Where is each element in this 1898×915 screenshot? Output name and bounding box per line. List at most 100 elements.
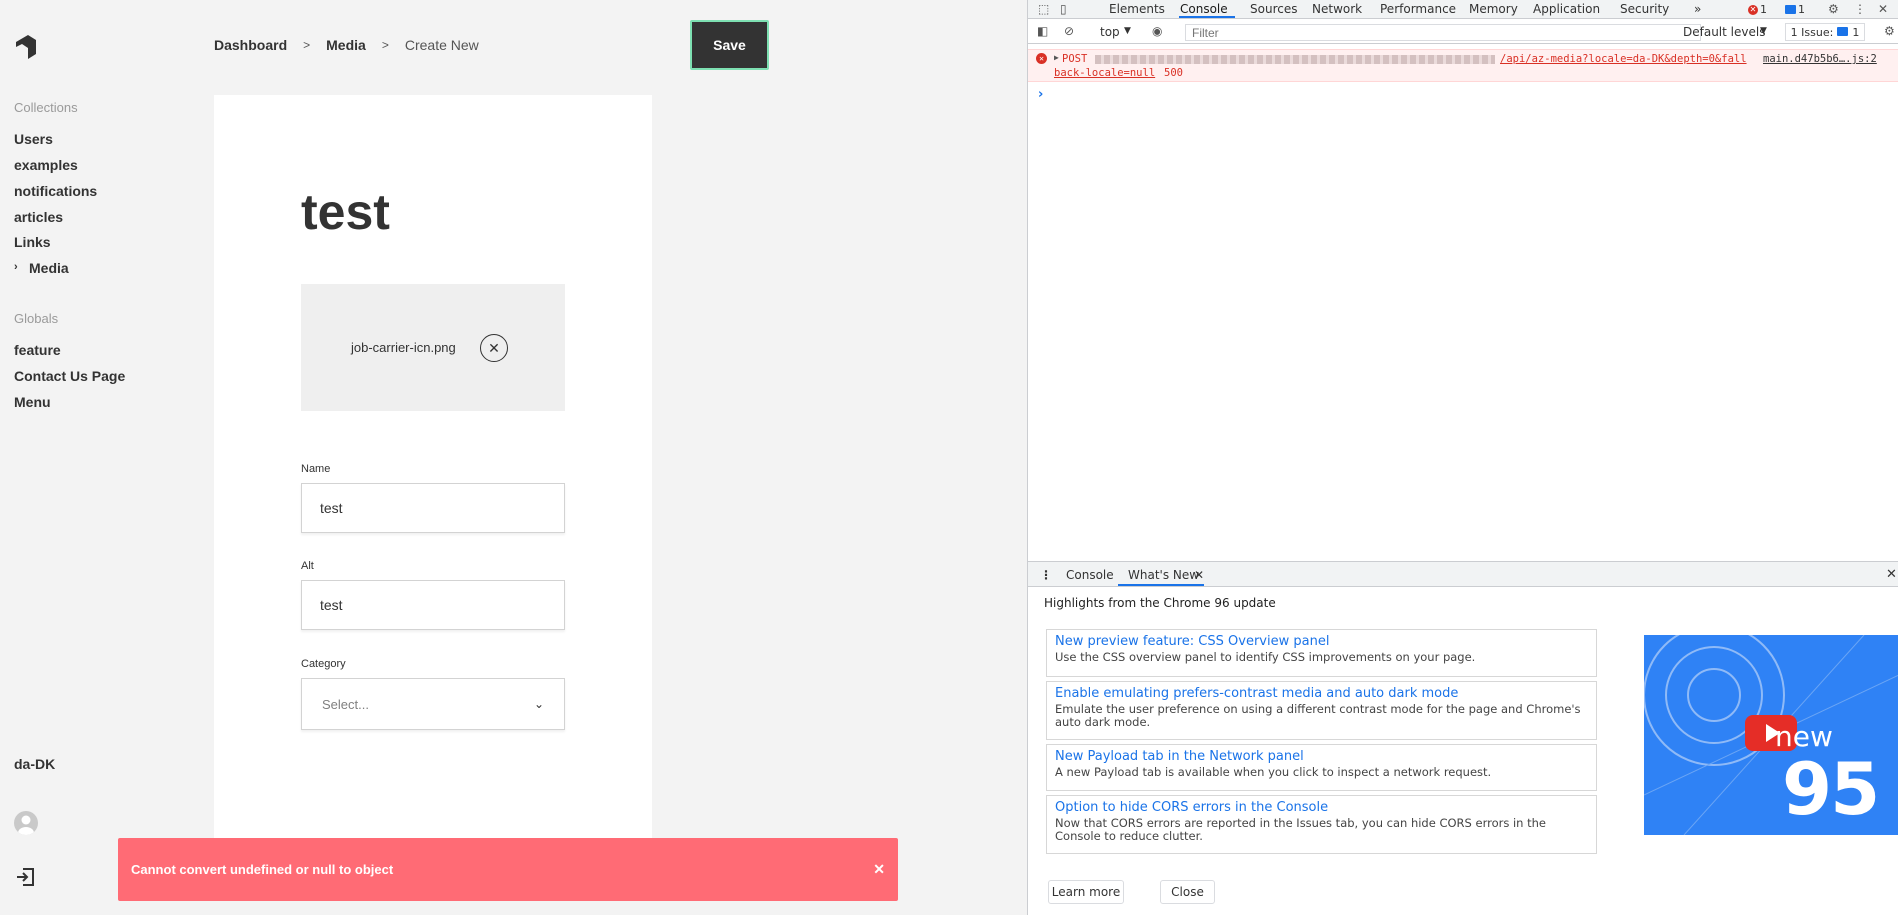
console-prompt-icon[interactable]: › xyxy=(1038,87,1043,102)
error-icon: ✕ xyxy=(1036,53,1047,64)
close-tab-icon[interactable]: ✕ xyxy=(1194,568,1204,582)
alt-field[interactable] xyxy=(301,580,565,630)
sidebar-item-notifications[interactable]: notifications xyxy=(14,183,97,199)
drawer-menu-icon[interactable]: ⋮ xyxy=(1040,568,1052,582)
sidebar-toggle-icon[interactable]: ◧ xyxy=(1037,24,1048,38)
card-description: A new Payload tab is available when you … xyxy=(1055,765,1492,779)
error-count-badge[interactable]: ✕ 1 xyxy=(1745,3,1770,16)
tab-console[interactable]: Console xyxy=(1180,2,1228,16)
toast-close-icon[interactable]: ✕ xyxy=(873,861,885,878)
dropdown-caret-icon: ▼ xyxy=(1760,26,1767,36)
context-selector[interactable]: top xyxy=(1100,25,1120,39)
tab-elements[interactable]: Elements xyxy=(1109,2,1165,16)
active-tab-indicator xyxy=(1179,16,1235,18)
devtools-panel: ⬚ ▯ Elements Console Sources Network Per… xyxy=(1027,0,1898,915)
page-title: test xyxy=(301,184,390,240)
drawer-tab-whats-new[interactable]: What's New xyxy=(1128,568,1199,582)
breadcrumb: Dashboard > Media > Create New xyxy=(214,37,479,53)
error-count: 1 xyxy=(1760,3,1767,16)
sidebar-item-examples[interactable]: examples xyxy=(14,157,78,173)
clear-console-icon[interactable]: ⊘ xyxy=(1064,24,1074,38)
tab-network[interactable]: Network xyxy=(1312,2,1362,16)
card-title-link[interactable]: New Payload tab in the Network panel xyxy=(1055,749,1588,764)
inspect-element-icon[interactable]: ⬚ xyxy=(1038,2,1049,16)
error-icon: ✕ xyxy=(1748,4,1758,15)
breadcrumb-dashboard[interactable]: Dashboard xyxy=(214,37,287,53)
globals-heading: Globals xyxy=(14,311,59,326)
logout-icon[interactable] xyxy=(14,866,36,888)
console-settings-gear-icon[interactable]: ⚙ xyxy=(1884,24,1895,38)
expand-triangle-icon[interactable]: ▶ xyxy=(1054,53,1059,62)
sidebar-item-users[interactable]: Users xyxy=(14,131,53,147)
redacted-host xyxy=(1095,55,1495,64)
sidebar-item-articles[interactable]: articles xyxy=(14,209,63,225)
issues-icon xyxy=(1837,26,1849,39)
devtools-tabbar: ⬚ ▯ Elements Console Sources Network Per… xyxy=(1028,0,1898,19)
cms-app: Collections Users examples notifications… xyxy=(0,0,1026,915)
category-select[interactable]: Select... ⌄ xyxy=(301,678,565,730)
breadcrumb-separator-icon: > xyxy=(381,38,389,52)
breadcrumb-media[interactable]: Media xyxy=(326,37,366,53)
tab-memory[interactable]: Memory xyxy=(1469,2,1518,16)
locale-selector[interactable]: da-DK xyxy=(14,756,55,772)
request-url-continued[interactable]: back-locale=null xyxy=(1054,67,1155,79)
cms-logo-icon[interactable] xyxy=(14,34,38,60)
file-name: job-carrier-icn.png xyxy=(351,340,456,355)
save-button[interactable]: Save xyxy=(690,20,769,70)
settings-gear-icon[interactable]: ⚙ xyxy=(1828,2,1839,16)
chevron-down-icon: ⌄ xyxy=(533,697,544,711)
message-count: 1 xyxy=(1798,3,1805,16)
name-field[interactable] xyxy=(301,483,565,533)
whats-new-card: New Payload tab in the Network panel A n… xyxy=(1046,744,1597,791)
tab-application[interactable]: Application xyxy=(1533,2,1600,16)
card-title-link[interactable]: Enable emulating prefers-contrast media … xyxy=(1055,686,1588,701)
whats-new-headline: Highlights from the Chrome 96 update xyxy=(1044,596,1276,610)
sidebar-item-links[interactable]: Links xyxy=(14,234,51,250)
message-count-badge[interactable]: 1 xyxy=(1782,3,1808,16)
remove-file-button[interactable]: ✕ xyxy=(480,334,508,362)
close-drawer-icon[interactable]: ✕ xyxy=(1886,567,1897,582)
live-expression-eye-icon[interactable]: ◉ xyxy=(1152,24,1162,38)
request-method: POST xyxy=(1062,53,1088,65)
log-levels-dropdown[interactable]: Default levels xyxy=(1683,25,1765,39)
learn-more-button[interactable]: Learn more xyxy=(1048,880,1124,904)
drawer-tab-console[interactable]: Console xyxy=(1066,568,1114,582)
card-title-link[interactable]: New preview feature: CSS Overview panel xyxy=(1055,634,1588,649)
close-devtools-icon[interactable]: ✕ xyxy=(1878,2,1888,16)
sidebar-item-feature[interactable]: feature xyxy=(14,342,61,358)
tab-performance[interactable]: Performance xyxy=(1380,2,1456,16)
request-url[interactable]: /api/az-media?locale=da-DK&depth=0&fall xyxy=(1500,53,1747,65)
issues-button[interactable]: 1 Issue: 1 xyxy=(1785,23,1865,41)
category-placeholder: Select... xyxy=(322,696,369,712)
more-options-icon[interactable]: ⋮ xyxy=(1854,2,1866,16)
close-button[interactable]: Close xyxy=(1160,880,1215,904)
whats-new-video-thumbnail[interactable]: new 95 xyxy=(1644,635,1898,835)
card-title-link[interactable]: Option to hide CORS errors in the Consol… xyxy=(1055,800,1588,815)
sidebar-item-media[interactable]: › Media xyxy=(14,260,69,276)
error-toast: Cannot convert undefined or null to obje… xyxy=(118,838,898,901)
user-icon xyxy=(18,815,34,835)
sidebar-item-label: Media xyxy=(29,260,69,276)
device-toolbar-icon[interactable]: ▯ xyxy=(1060,2,1067,16)
whats-new-card: Enable emulating prefers-contrast media … xyxy=(1046,681,1597,740)
sidebar-item-contact-us-page[interactable]: Contact Us Page xyxy=(14,368,125,384)
source-link[interactable]: main.d47b5b6….js:2 xyxy=(1763,53,1877,65)
more-tabs-icon[interactable]: » xyxy=(1694,2,1701,16)
issues-count: 1 xyxy=(1852,25,1860,39)
sidebar-item-menu[interactable]: Menu xyxy=(14,394,51,410)
name-label: Name xyxy=(301,463,331,475)
drawer-active-indicator xyxy=(1118,584,1204,586)
avatar[interactable] xyxy=(14,811,38,835)
issues-label: 1 Issue: xyxy=(1790,25,1834,39)
console-filter-input[interactable] xyxy=(1185,24,1701,41)
tab-security[interactable]: Security xyxy=(1620,2,1669,16)
tab-sources[interactable]: Sources xyxy=(1250,2,1297,16)
console-error-message[interactable]: ✕ ▶ POST /api/az-media?locale=da-DK&dept… xyxy=(1028,49,1898,82)
status-code: 500 xyxy=(1164,67,1183,79)
toast-message: Cannot convert undefined or null to obje… xyxy=(131,862,394,877)
chevron-right-icon: › xyxy=(14,261,18,273)
breadcrumb-current: Create New xyxy=(404,37,479,53)
card-description: Emulate the user preference on using a d… xyxy=(1055,702,1581,729)
card-description: Use the CSS overview panel to identify C… xyxy=(1055,650,1476,664)
collections-heading: Collections xyxy=(14,100,78,115)
